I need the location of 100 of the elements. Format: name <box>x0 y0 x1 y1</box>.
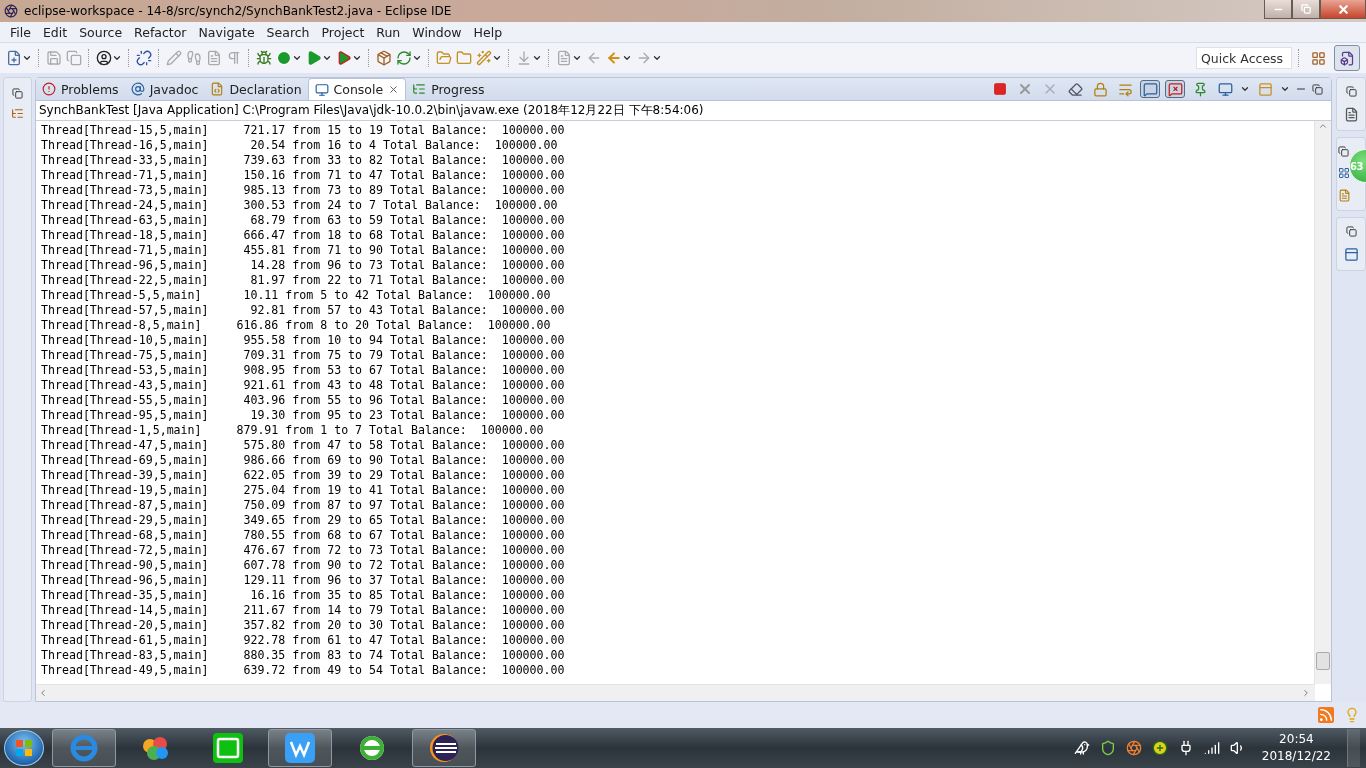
package-icon <box>376 50 392 66</box>
caret-icon[interactable] <box>532 53 542 63</box>
caret-icon[interactable] <box>1240 84 1250 94</box>
office-taskbar-button[interactable] <box>268 729 332 767</box>
hierarchy-icon[interactable] <box>11 107 24 120</box>
caret-icon[interactable] <box>622 53 632 63</box>
console-line: Thread[Thread-20,5,main] 357.82 from 20 to 30 Total Balance: 100000.00 <box>41 618 566 633</box>
close-icon[interactable] <box>388 84 400 95</box>
view-tab[interactable]: Console <box>307 78 407 100</box>
caret-icon[interactable] <box>322 53 332 63</box>
menu-item[interactable]: Search <box>260 24 316 40</box>
new-file-icon[interactable] <box>6 50 22 66</box>
console-header: SynchBankTest [Java Application] C:\Program Files\Java\jdk-10.0.2\bin\javaw.exe (2018年12月22日 下午8:54:06) <box>36 101 1331 121</box>
signal-icon[interactable] <box>1203 740 1220 756</box>
rss-icon[interactable] <box>1318 707 1334 723</box>
clock[interactable]: 20:54 2018/12/22 <box>1255 731 1337 765</box>
console-line: Thread[Thread-43,5,main] 921.61 from 43 to 48 Total Balance: 100000.00 <box>41 378 566 393</box>
menu-item[interactable]: Run <box>370 24 407 40</box>
browser-icon <box>69 733 99 763</box>
caret-icon[interactable] <box>112 53 122 63</box>
pencil-icon <box>166 50 182 66</box>
at-sign-icon <box>130 82 145 96</box>
document-icon[interactable] <box>1338 189 1351 202</box>
clock-date: 2018/12/22 <box>1261 748 1331 765</box>
close-button[interactable] <box>1320 0 1366 19</box>
eclipse-icon <box>428 732 460 764</box>
restore-icon[interactable] <box>12 88 23 99</box>
console-line: Thread[Thread-87,5,main] 750.09 from 87 to 97 Total Balance: 100000.00 <box>41 498 566 513</box>
console-line: Thread[Thread-95,5,main] 19.30 from 95 to 23 Total Balance: 100000.00 <box>41 408 566 423</box>
wrap-icon <box>1117 81 1133 97</box>
caret-icon[interactable] <box>412 53 422 63</box>
console-line: Thread[Thread-18,5,main] 666.47 from 18 to 68 Total Balance: 100000.00 <box>41 228 566 243</box>
eclipse-taskbar-button[interactable] <box>412 729 476 767</box>
caret-icon[interactable] <box>22 53 32 63</box>
message-error-button[interactable] <box>1165 80 1185 98</box>
menu-item[interactable]: Refactor <box>128 24 193 40</box>
console-line: Thread[Thread-75,5,main] 709.31 from 75 to 79 Total Balance: 100000.00 <box>41 348 566 363</box>
eraser-icon <box>1067 81 1083 97</box>
menu-item[interactable]: Source <box>73 24 129 40</box>
console-line: Thread[Thread-53,5,main] 908.95 from 53 to 67 Total Balance: 100000.00 <box>41 363 566 378</box>
view-tab[interactable]: Javadoc <box>124 78 205 100</box>
console-line: Thread[Thread-57,5,main] 92.81 from 57 to 43 Total Balance: 100000.00 <box>41 303 566 318</box>
console-line: Thread[Thread-96,5,main] 14.28 from 96 to 73 Total Balance: 100000.00 <box>41 258 566 273</box>
refresh-icon[interactable] <box>396 50 412 66</box>
save-all-icon <box>66 50 82 66</box>
play-icon[interactable] <box>276 50 292 66</box>
java-perspective-button[interactable] <box>1334 45 1360 71</box>
plus-icon[interactable] <box>1151 740 1168 756</box>
minimize-button[interactable] <box>1264 0 1292 19</box>
console-line: Thread[Thread-83,5,main] 880.35 from 83 to 74 Total Balance: 100000.00 <box>41 648 566 663</box>
menu-item[interactable]: Help <box>467 24 509 40</box>
document-icon[interactable] <box>1343 107 1359 122</box>
menu-item[interactable]: File <box>4 24 37 40</box>
vertical-scrollbar[interactable] <box>1314 121 1331 684</box>
view-tab[interactable]: Progress <box>406 78 491 100</box>
message-button[interactable] <box>1140 80 1160 98</box>
user-icon[interactable] <box>96 50 112 66</box>
start-button[interactable] <box>4 730 44 766</box>
console-line: Thread[Thread-71,5,main] 455.81 from 71 to 90 Total Balance: 100000.00 <box>41 243 566 258</box>
alert-icon <box>42 82 56 96</box>
caret-icon[interactable] <box>1280 84 1290 94</box>
caret-icon[interactable] <box>572 53 582 63</box>
caret-icon[interactable] <box>492 53 502 63</box>
console-line: Thread[Thread-96,5,main] 129.11 from 96 to 37 Total Balance: 100000.00 <box>41 573 566 588</box>
file-box-icon <box>1339 50 1355 66</box>
windows-logo-icon <box>15 739 33 757</box>
console-line: Thread[Thread-69,5,main] 986.66 from 69 to 90 Total Balance: 100000.00 <box>41 453 566 468</box>
caret-icon[interactable] <box>292 53 302 63</box>
console-line: Thread[Thread-49,5,main] 639.72 from 49 to 54 Total Balance: 100000.00 <box>41 663 566 678</box>
console-line: Thread[Thread-61,5,main] 922.78 from 61 to 47 Total Balance: 100000.00 <box>41 633 566 648</box>
caret-icon[interactable] <box>652 53 662 63</box>
view-tab[interactable]: Declaration <box>204 78 308 100</box>
restore-button[interactable] <box>1292 0 1320 19</box>
menu-item[interactable]: Window <box>406 24 468 40</box>
menu-item[interactable]: Project <box>315 24 371 40</box>
close-icon <box>1336 2 1350 16</box>
view-tab[interactable]: Problems <box>36 78 125 100</box>
menu-item[interactable]: Navigate <box>192 24 261 40</box>
restore-icon[interactable] <box>1345 86 1357 97</box>
back-icon <box>586 50 602 66</box>
console-line: Thread[Thread-47,5,main] 575.80 from 47 to 58 Total Balance: 100000.00 <box>41 438 566 453</box>
restore-icon[interactable] <box>1338 146 1349 157</box>
restore-icon[interactable] <box>1345 226 1357 237</box>
caret-icon[interactable] <box>352 53 362 63</box>
message-icon <box>1142 81 1158 97</box>
console-line: Thread[Thread-16,5,main] 20.54 from 16 to 4 Total Balance: 100000.00 <box>41 138 559 153</box>
panel-icon[interactable] <box>1343 247 1359 262</box>
grid-icon[interactable] <box>1338 167 1350 179</box>
quick-access-field[interactable]: Quick Access <box>1196 47 1292 69</box>
console-line: Thread[Thread-8,5,main] 616.86 from 8 to 20 Total Balance: 100000.00 <box>41 318 552 333</box>
bug-icon[interactable] <box>256 50 272 66</box>
scrollbar-thumb[interactable] <box>1316 652 1330 670</box>
console-line: Thread[Thread-68,5,main] 780.55 from 68 to 67 Total Balance: 100000.00 <box>41 528 566 543</box>
video-app-icon <box>212 732 244 764</box>
menu-item[interactable]: Edit <box>36 24 74 40</box>
code-file-icon <box>210 82 225 96</box>
shield-icon[interactable] <box>1099 740 1116 756</box>
restore-icon[interactable] <box>1312 83 1323 95</box>
console-line: Thread[Thread-15,5,main] 721.17 from 15 to 19 Total Balance: 100000.00 <box>41 123 566 138</box>
tool-icon[interactable] <box>336 50 352 66</box>
